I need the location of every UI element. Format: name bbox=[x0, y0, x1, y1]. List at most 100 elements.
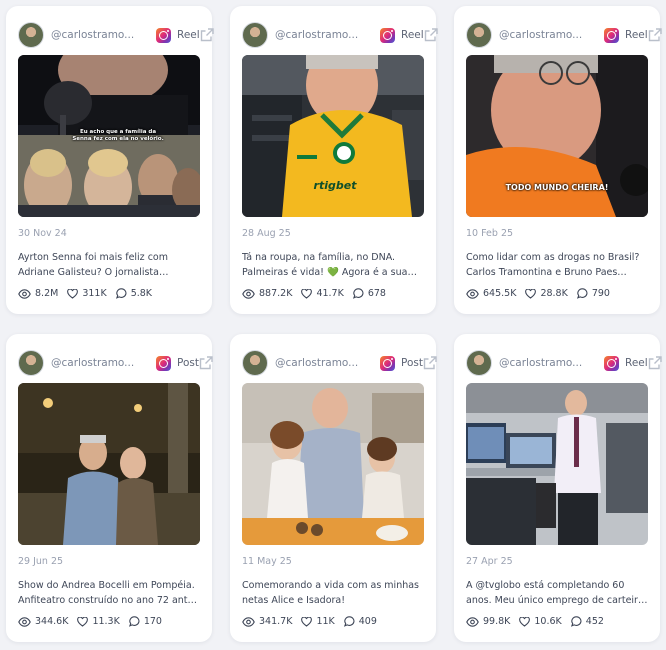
instagram-icon bbox=[604, 355, 619, 371]
views-count: 645.5K bbox=[483, 288, 517, 299]
post-date: 29 Jun 25 bbox=[18, 556, 64, 567]
external-link-icon[interactable] bbox=[424, 28, 438, 42]
eye-icon bbox=[242, 288, 255, 299]
post-caption: A @tvglobo está completando 60 anos. Meu… bbox=[466, 578, 650, 608]
comments-count: 452 bbox=[585, 616, 604, 627]
external-link-icon[interactable] bbox=[648, 28, 662, 42]
eye-icon bbox=[466, 616, 479, 627]
username[interactable]: @carlostramo... bbox=[51, 357, 151, 369]
post-thumbnail[interactable] bbox=[466, 383, 648, 545]
external-link-icon[interactable] bbox=[648, 356, 662, 370]
eye-icon bbox=[18, 288, 31, 299]
external-link-icon[interactable] bbox=[200, 28, 214, 42]
eye-icon bbox=[466, 288, 479, 299]
views-stat: 645.5K bbox=[466, 288, 516, 299]
comments-count: 790 bbox=[591, 288, 610, 299]
comments-stat: 678 bbox=[352, 288, 386, 299]
post-card[interactable]: @carlostramo... Reel rtigbet 28 Aug 25 T… bbox=[230, 6, 438, 314]
username[interactable]: @carlostramo... bbox=[499, 357, 599, 369]
comments-count: 409 bbox=[358, 616, 377, 627]
instagram-icon bbox=[604, 27, 619, 43]
comment-icon bbox=[570, 616, 582, 627]
post-type-label: Post bbox=[177, 357, 199, 369]
comment-icon bbox=[115, 288, 127, 299]
avatar[interactable] bbox=[18, 350, 44, 376]
post-thumbnail[interactable]: rtigbet bbox=[242, 55, 424, 217]
views-stat: 344.6K bbox=[18, 616, 68, 627]
likes-count: 28.8K bbox=[540, 288, 568, 299]
likes-stat: 41.7K bbox=[301, 288, 344, 299]
views-stat: 341.7K bbox=[242, 616, 292, 627]
eye-icon bbox=[18, 616, 31, 627]
post-thumbnail[interactable]: TODO MUNDO CHEIRA! bbox=[466, 55, 648, 217]
username[interactable]: @carlostramo... bbox=[499, 29, 599, 41]
comment-icon bbox=[576, 288, 588, 299]
shirt-sponsor-text: rtigbet bbox=[313, 179, 357, 192]
post-caption: Show do Andrea Bocelli em Pompéia. Anfit… bbox=[18, 578, 202, 608]
post-type-label: Reel bbox=[177, 29, 200, 41]
post-card[interactable]: @carlostramo... Post 29 Jun 25 Show do A… bbox=[6, 334, 213, 642]
post-stats: 344.6K 11.3K 170 bbox=[18, 616, 171, 627]
likes-stat: 10.6K bbox=[519, 616, 562, 627]
views-stat: 99.8K bbox=[466, 616, 510, 627]
avatar[interactable] bbox=[242, 22, 268, 48]
eye-icon bbox=[242, 616, 255, 627]
avatar[interactable] bbox=[466, 22, 492, 48]
views-count: 8.2M bbox=[35, 288, 59, 299]
comment-icon bbox=[352, 288, 364, 299]
post-stats: 887.2K 41.7K 678 bbox=[242, 288, 395, 299]
comments-count: 678 bbox=[367, 288, 386, 299]
views-count: 887.2K bbox=[259, 288, 293, 299]
heart-icon bbox=[301, 288, 313, 299]
post-caption: Tá na roupa, na família, no DNA. Palmeir… bbox=[242, 250, 426, 280]
likes-count: 10.6K bbox=[534, 616, 562, 627]
post-date: 28 Aug 25 bbox=[242, 228, 291, 239]
post-type-label: Post bbox=[401, 357, 423, 369]
username[interactable]: @carlostramo... bbox=[275, 357, 375, 369]
video-subtitle: Eu acho que a família da Senna fez com e… bbox=[72, 129, 164, 142]
instagram-icon bbox=[156, 355, 171, 371]
username[interactable]: @carlostramo... bbox=[275, 29, 375, 41]
comments-count: 170 bbox=[143, 616, 162, 627]
instagram-icon bbox=[380, 355, 395, 371]
post-type-label: Reel bbox=[625, 357, 648, 369]
username[interactable]: @carlostramo... bbox=[51, 29, 151, 41]
post-card[interactable]: @carlostramo... Reel TODO MUNDO CHEIRA! … bbox=[454, 6, 662, 314]
heart-icon bbox=[77, 616, 89, 627]
caption-line: Comemorando a vida com as minhas bbox=[242, 580, 420, 591]
instagram-icon bbox=[156, 27, 171, 43]
likes-stat: 311K bbox=[67, 288, 107, 299]
comments-stat: 452 bbox=[570, 616, 604, 627]
post-card[interactable]: @carlostramo... Reel bbox=[454, 334, 662, 642]
avatar[interactable] bbox=[18, 22, 44, 48]
post-thumbnail[interactable] bbox=[242, 383, 424, 545]
video-subtitle: TODO MUNDO CHEIRA! bbox=[505, 183, 609, 192]
post-header: @carlostramo... Reel bbox=[18, 20, 214, 50]
likes-stat: 11K bbox=[301, 616, 335, 627]
external-link-icon[interactable] bbox=[423, 356, 437, 370]
post-thumbnail[interactable]: Eu acho que a família da Senna fez com e… bbox=[18, 55, 200, 217]
post-card[interactable]: @carlostramo... Post 11 May 25 Comemoran… bbox=[230, 334, 437, 642]
views-count: 99.8K bbox=[483, 616, 511, 627]
comment-icon bbox=[343, 616, 355, 627]
post-header: @carlostramo... Reel bbox=[466, 20, 662, 50]
post-thumbnail[interactable] bbox=[18, 383, 200, 545]
external-link-icon[interactable] bbox=[199, 356, 213, 370]
heart-icon bbox=[519, 616, 531, 627]
post-stats: 645.5K 28.8K 790 bbox=[466, 288, 619, 299]
comments-stat: 790 bbox=[576, 288, 610, 299]
post-header: @carlostramo... Reel bbox=[466, 348, 662, 378]
views-stat: 887.2K bbox=[242, 288, 292, 299]
avatar[interactable] bbox=[242, 350, 268, 376]
likes-count: 41.7K bbox=[316, 288, 344, 299]
post-date: 30 Nov 24 bbox=[18, 228, 67, 239]
post-header: @carlostramo... Post bbox=[18, 348, 213, 378]
avatar[interactable] bbox=[466, 350, 492, 376]
post-date: 27 Apr 25 bbox=[466, 556, 513, 567]
post-type-label: Reel bbox=[401, 29, 424, 41]
comments-stat: 170 bbox=[128, 616, 162, 627]
views-count: 344.6K bbox=[35, 616, 69, 627]
post-stats: 99.8K 10.6K 452 bbox=[466, 616, 613, 627]
post-card[interactable]: @carlostramo... Reel bbox=[6, 6, 214, 314]
caption-line: Tá na roupa, na família, no DNA. bbox=[242, 252, 396, 263]
